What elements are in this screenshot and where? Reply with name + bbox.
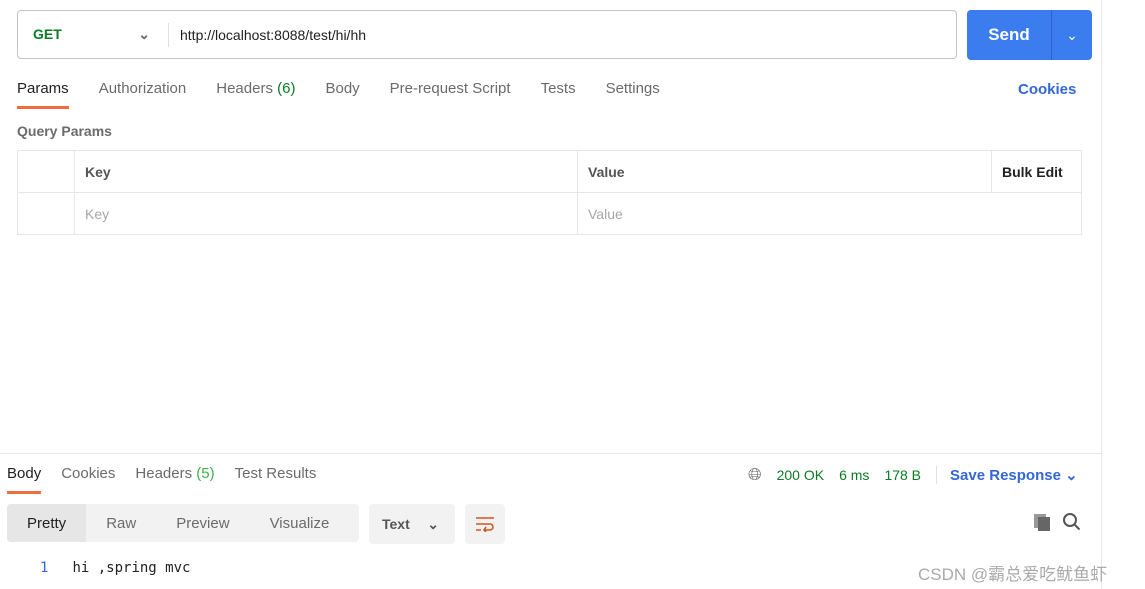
view-raw[interactable]: Raw bbox=[86, 504, 156, 542]
chevron-down-icon: ⌄ bbox=[138, 26, 150, 42]
view-mode-selector: Pretty Raw Preview Visualize bbox=[7, 504, 359, 542]
bulk-edit-button[interactable]: Bulk Edit bbox=[991, 150, 1082, 193]
wrap-icon bbox=[476, 517, 494, 532]
method-select[interactable]: GET ⌄ bbox=[18, 26, 168, 43]
response-tabs: Body Cookies Headers (5) Test Results bbox=[7, 465, 336, 494]
copy-icon[interactable] bbox=[1032, 512, 1052, 535]
response-status: 🌐︎ 200 OK 6 ms 178 B Save Response ⌄ bbox=[748, 465, 1078, 485]
response-time[interactable]: 6 ms bbox=[839, 467, 869, 483]
value-header: Value bbox=[577, 150, 992, 193]
params-table: Key Value Bulk Edit Key Value bbox=[17, 150, 1082, 235]
view-preview[interactable]: Preview bbox=[156, 504, 249, 542]
request-tabs: Params Authorization Headers (6) Body Pr… bbox=[17, 80, 690, 110]
save-response-button[interactable]: Save Response ⌄ bbox=[936, 466, 1078, 484]
key-input[interactable]: Key bbox=[74, 192, 578, 235]
tab-tests[interactable]: Tests bbox=[541, 80, 576, 110]
tab-settings[interactable]: Settings bbox=[606, 80, 660, 110]
view-visualize[interactable]: Visualize bbox=[250, 504, 350, 542]
tab-params[interactable]: Params bbox=[17, 80, 69, 110]
watermark: CSDN @霸总爱吃鱿鱼虾 bbox=[918, 565, 1108, 584]
url-input[interactable]: http://localhost:8088/test/hi/hh bbox=[169, 27, 366, 43]
table-header: Key Value Bulk Edit bbox=[17, 150, 1082, 193]
headers-count: (5) bbox=[196, 465, 215, 482]
send-options-button[interactable]: ⌄ bbox=[1051, 10, 1092, 60]
tab-response-cookies[interactable]: Cookies bbox=[61, 465, 115, 493]
value-input[interactable]: Value bbox=[577, 192, 1082, 235]
send-button-group: Send ⌄ bbox=[967, 10, 1092, 60]
tab-headers[interactable]: Headers (6) bbox=[216, 80, 295, 110]
response-divider bbox=[0, 453, 1101, 454]
format-select[interactable]: Text ⌄ bbox=[369, 504, 455, 544]
table-row: Key Value bbox=[17, 192, 1082, 235]
cookies-link[interactable]: Cookies bbox=[1018, 81, 1076, 98]
tab-pre-request-script[interactable]: Pre-request Script bbox=[390, 80, 511, 110]
tab-test-results[interactable]: Test Results bbox=[235, 465, 317, 493]
tab-body[interactable]: Body bbox=[325, 80, 359, 110]
globe-icon[interactable]: 🌐︎ bbox=[748, 465, 762, 485]
chevron-down-icon: ⌄ bbox=[427, 515, 439, 532]
tab-label: Headers bbox=[135, 465, 193, 482]
wrap-lines-button[interactable] bbox=[465, 504, 505, 544]
response-body: 1 hi ,spring mvc bbox=[40, 560, 190, 576]
code-line: hi ,spring mvc bbox=[72, 560, 191, 576]
tab-authorization[interactable]: Authorization bbox=[99, 80, 187, 110]
query-params-title: Query Params bbox=[17, 123, 112, 139]
view-pretty[interactable]: Pretty bbox=[7, 504, 87, 542]
key-header: Key bbox=[74, 150, 578, 193]
response-size[interactable]: 178 B bbox=[884, 467, 921, 483]
panel-divider bbox=[1101, 0, 1102, 589]
headers-count: (6) bbox=[277, 80, 296, 97]
save-response-label: Save Response bbox=[950, 467, 1061, 484]
search-icon[interactable] bbox=[1062, 512, 1082, 535]
chevron-down-icon: ⌄ bbox=[1066, 26, 1078, 43]
tab-label: Headers bbox=[216, 80, 273, 97]
tab-response-body[interactable]: Body bbox=[7, 465, 42, 494]
method-label: GET bbox=[33, 26, 62, 42]
chevron-down-icon: ⌄ bbox=[1065, 467, 1078, 484]
format-label: Text bbox=[382, 516, 410, 532]
line-number: 1 bbox=[40, 560, 49, 576]
send-button[interactable]: Send bbox=[967, 10, 1051, 60]
request-bar: GET ⌄ http://localhost:8088/test/hi/hh bbox=[17, 10, 957, 59]
status-code[interactable]: 200 OK bbox=[777, 467, 824, 483]
tab-response-headers[interactable]: Headers (5) bbox=[135, 465, 214, 493]
checkbox-column bbox=[17, 150, 75, 193]
row-checkbox[interactable] bbox=[17, 192, 75, 235]
